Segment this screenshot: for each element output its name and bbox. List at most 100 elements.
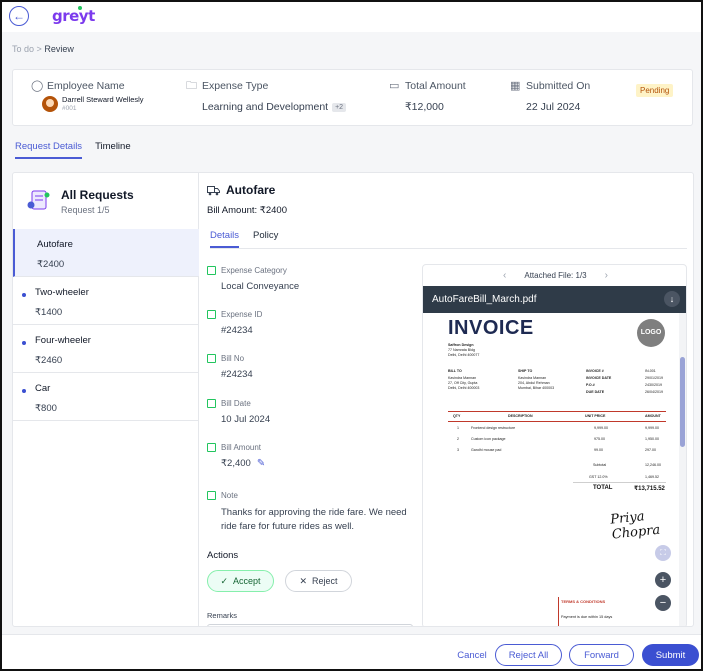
calendar-icon: [207, 399, 216, 408]
logo-dot: [78, 6, 82, 10]
terms-rule: [558, 597, 559, 626]
invoice-document: INVOICE LOGO Saffron Design 77 Namrata B…: [423, 313, 681, 626]
request-name: Four-wheeler: [35, 335, 91, 346]
expense-type-label: Expense Type: [202, 80, 269, 92]
avatar: [42, 95, 58, 112]
invoice-title: INVOICE: [448, 317, 534, 339]
tab-details[interactable]: Details: [210, 230, 240, 248]
request-item-autofare[interactable]: Autofare ₹2400: [13, 229, 199, 277]
viewer-scroll-thumb[interactable]: [680, 357, 685, 447]
employee-id: #001: [62, 105, 77, 112]
expense-type-more-chip[interactable]: +2: [332, 102, 347, 112]
card-icon: [207, 443, 216, 452]
remarks-label: Remarks: [207, 611, 238, 620]
remarks-input[interactable]: [207, 624, 413, 626]
accept-button[interactable]: ✓ Accept: [207, 570, 274, 592]
reject-all-button[interactable]: Reject All: [495, 644, 562, 666]
footer-bar: Cancel Reject All Forward Submit: [2, 634, 701, 669]
unread-dot-icon: [22, 389, 26, 393]
document-icon: [207, 354, 216, 363]
invoice-rule: [448, 421, 666, 422]
category-icon: [207, 266, 216, 275]
user-icon: ◯: [31, 79, 44, 92]
request-amount: ₹800: [35, 403, 57, 414]
employee-label: Employee Name: [47, 80, 125, 92]
submit-button[interactable]: Submit: [642, 644, 699, 666]
request-name: Two-wheeler: [35, 287, 89, 298]
chevron-left-icon[interactable]: ‹: [503, 270, 506, 281]
requests-list: Autofare ₹2400 Two-wheeler ₹1400 Four-wh…: [13, 229, 199, 421]
field-bill-no: Bill No #24234: [207, 354, 253, 380]
field-bill-date: Bill Date 10 Jul 2024: [207, 399, 270, 425]
breadcrumb-current: Review: [44, 44, 74, 54]
pdf-file-name: AutoFareBill_March.pdf: [432, 294, 537, 305]
breadcrumb: To do > Review: [12, 44, 74, 54]
truck-icon: [207, 185, 220, 195]
unread-dot-icon: [22, 341, 26, 345]
close-icon: ✕: [299, 575, 308, 586]
submitted-on-column: ▦ Submitted On 22 Jul 2024: [510, 80, 590, 113]
zoom-in-icon[interactable]: +: [655, 572, 671, 588]
request-item-car[interactable]: Car ₹800: [13, 373, 199, 421]
unread-dot-icon: [22, 293, 26, 297]
total-amount-label: Total Amount: [405, 80, 466, 92]
folder-icon: 🗀: [186, 79, 197, 92]
forward-button[interactable]: Forward: [569, 644, 634, 666]
invoice-logo: LOGO: [637, 319, 665, 347]
employee-column: ◯ Employee Name Darrell Steward Wellesly…: [31, 80, 144, 112]
calendar-icon: ▦: [510, 79, 521, 92]
attachment-viewer: ‹ Attached File: 1/3 › AutoFareBill_Marc…: [422, 264, 687, 626]
total-amount-column: ▭ Total Amount ₹12,000: [389, 80, 466, 113]
expense-type-value: Learning and Development: [202, 101, 329, 113]
tab-timeline[interactable]: Timeline: [95, 141, 131, 159]
employee-name: Darrell Steward Wellesly: [62, 95, 144, 104]
detail-title: Autofare: [207, 183, 275, 197]
actions-label: Actions: [207, 550, 239, 561]
signature-icon: Priya Chopra: [609, 509, 661, 543]
status-badge: Pending: [636, 84, 674, 97]
cancel-button[interactable]: Cancel: [454, 644, 490, 666]
chevron-right-icon[interactable]: ›: [605, 270, 608, 281]
reject-button[interactable]: ✕ Reject: [285, 570, 352, 592]
breadcrumb-parent[interactable]: To do: [12, 44, 34, 54]
attachment-counter: Attached File: 1/3: [524, 271, 587, 280]
download-icon[interactable]: ↓: [664, 291, 680, 307]
pdf-header: AutoFareBill_March.pdf ↓: [423, 286, 686, 313]
field-bill-amount: Bill Amount ₹2,400 ✎: [207, 443, 265, 469]
field-note: Note Thanks for approving the ride fare.…: [207, 491, 411, 534]
tab-request-details[interactable]: Request Details: [15, 141, 83, 159]
field-expense-id: Expense ID #24234: [207, 310, 262, 336]
submitted-on-label: Submitted On: [526, 80, 591, 92]
request-amount: ₹2400: [37, 259, 65, 270]
expense-type-column: 🗀 Expense Type Learning and Development …: [186, 79, 347, 113]
field-expense-category: Expense Category Local Conveyance: [207, 266, 299, 292]
request-amount: ₹1400: [35, 307, 63, 318]
edit-icon[interactable]: ✎: [257, 458, 265, 469]
detail-title-text: Autofare: [226, 183, 276, 197]
wallet-icon: ▭: [389, 79, 400, 92]
request-name: Car: [35, 383, 51, 394]
requests-header: All Requests Request 1/5: [25, 187, 134, 215]
request-detail: Autofare Bill Amount: ₹2400 Details Poli…: [207, 173, 693, 626]
requests-sidebar: All Requests Request 1/5 Autofare ₹2400 …: [13, 173, 199, 626]
submitted-on-value: 22 Jul 2024: [526, 101, 581, 113]
invoice-rule: [573, 482, 666, 483]
arrow-left-icon[interactable]: ←: [9, 6, 29, 26]
request-amount: ₹2460: [35, 355, 63, 366]
zoom-out-icon[interactable]: −: [655, 595, 671, 611]
detail-bill-amount: Bill Amount: ₹2400: [207, 205, 287, 216]
request-item-two-wheeler[interactable]: Two-wheeler ₹1400: [13, 277, 199, 325]
tab-policy[interactable]: Policy: [253, 230, 278, 248]
app-window: ← greyt To do > Review ◯ Employee Name D…: [0, 0, 703, 671]
invoice-rule: [448, 411, 666, 412]
request-name: Autofare: [37, 239, 73, 250]
check-icon: ✓: [220, 575, 229, 586]
top-bar: ← greyt: [2, 2, 701, 32]
attachment-nav: ‹ Attached File: 1/3 ›: [423, 265, 686, 286]
fit-screen-icon[interactable]: ⛶: [655, 545, 671, 561]
request-item-four-wheeler[interactable]: Four-wheeler ₹2460: [13, 325, 199, 373]
requests-illustration-icon: [27, 190, 50, 210]
total-amount-value: ₹12,000: [405, 101, 444, 113]
breadcrumb-separator: >: [36, 44, 42, 54]
tab-bar: Request Details Timeline: [15, 141, 131, 159]
